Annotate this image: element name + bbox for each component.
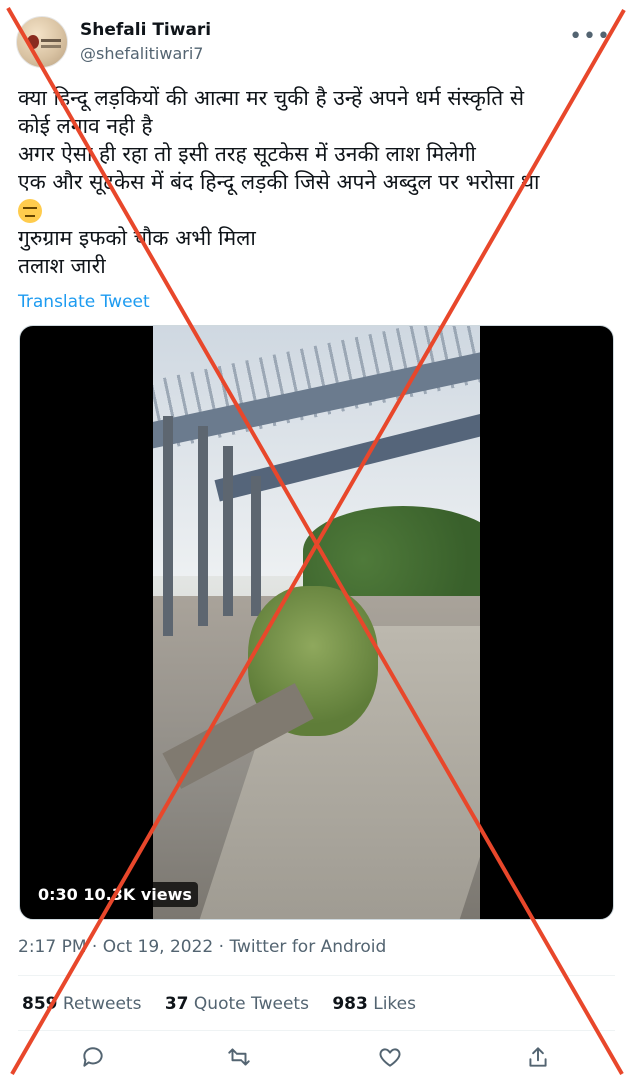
video-player[interactable]: 0:30 10.3K views <box>19 325 614 920</box>
tweet-line: अगर ऐसा ही रहा तो इसी तरह सूटकेस में उनक… <box>18 142 476 166</box>
meta-separator: · <box>86 937 103 957</box>
tweet-line: क्या हिन्दू लड़कियों की आत्मा मर चुकी है… <box>18 86 525 110</box>
retweet-icon[interactable] <box>226 1044 252 1070</box>
tweet-line: एक और सूटकेस में बंद हिन्दू लड़की जिसे अ… <box>18 170 540 194</box>
tweet-line: कोई लगाव नही है <box>18 114 153 138</box>
avatar[interactable] <box>16 16 68 68</box>
reply-icon[interactable] <box>80 1044 106 1070</box>
video-duration: 0:30 <box>38 885 78 904</box>
video-views: 10.3K views <box>83 885 192 904</box>
expressionless-face-icon <box>18 199 42 223</box>
heart-icon[interactable] <box>377 1044 403 1070</box>
video-overlay: 0:30 10.3K views <box>32 882 198 907</box>
author-handle[interactable]: @shefalitiwari7 <box>80 44 203 63</box>
tweet-header: Shefali Tiwari @shefalitiwari7 ••• <box>16 14 617 68</box>
tweet-line: तलाश जारी <box>18 254 106 278</box>
video-frame[interactable] <box>153 326 480 919</box>
divider <box>18 1030 615 1031</box>
share-icon[interactable] <box>525 1044 551 1070</box>
more-icon[interactable]: ••• <box>569 24 611 49</box>
retweets-stat[interactable]: 859 Retweets <box>22 994 141 1014</box>
divider <box>18 975 615 976</box>
meta-separator: · <box>213 937 230 957</box>
tweet-time[interactable]: 2:17 PM <box>18 937 87 957</box>
translate-tweet-link[interactable]: Translate Tweet <box>18 292 150 312</box>
tweet-actions <box>0 1040 633 1074</box>
tweet-line: गुरुग्राम इफको चौक अभी मिला <box>18 226 256 250</box>
tweet-source[interactable]: Twitter for Android <box>229 937 386 957</box>
tweet-date[interactable]: Oct 19, 2022 <box>103 937 214 957</box>
likes-stat[interactable]: 983 Likes <box>332 994 416 1014</box>
tweet-text: क्या हिन्दू लड़कियों की आत्मा मर चुकी है… <box>18 84 611 280</box>
author-name[interactable]: Shefali Tiwari <box>80 20 211 40</box>
tweet-meta: 2:17 PM · Oct 19, 2022 · Twitter for And… <box>18 937 386 957</box>
quote-tweets-stat[interactable]: 37 Quote Tweets <box>165 994 309 1014</box>
tweet-stats: 859 Retweets 37 Quote Tweets 983 Likes <box>22 994 434 1014</box>
emoji-line <box>18 196 611 224</box>
